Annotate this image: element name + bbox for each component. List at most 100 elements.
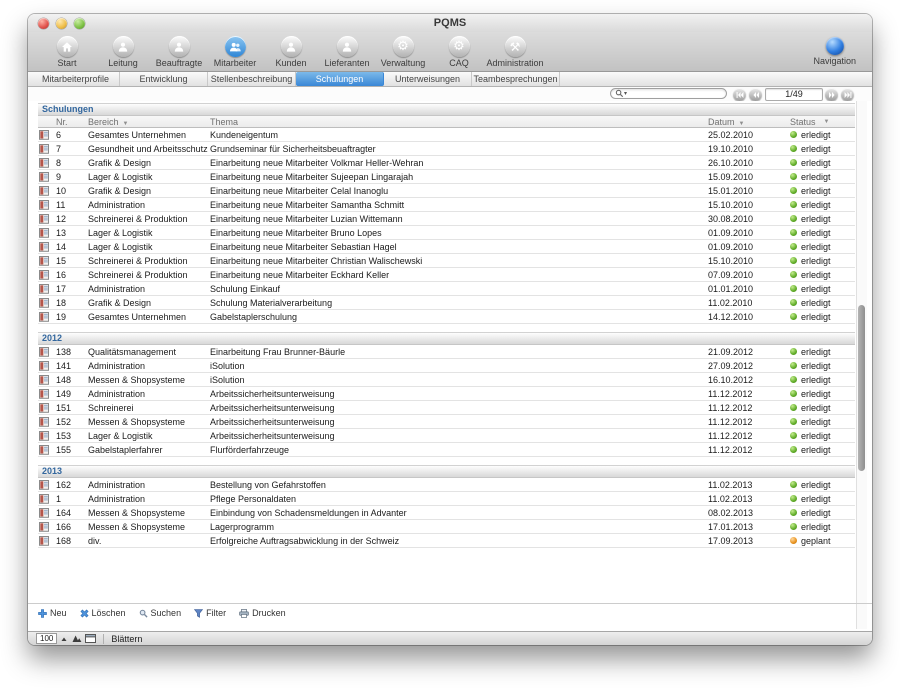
tab-stellenbeschreibung[interactable]: Stellenbeschreibung (208, 72, 296, 86)
table-row[interactable]: 11 Administration Einarbeitung neue Mitarb… (38, 198, 855, 212)
toolbar-item-navigation[interactable]: Navigation (813, 36, 856, 66)
tab-teambesprechungen[interactable]: Teambesprechungen (472, 72, 560, 86)
table-row[interactable]: 18 Grafik & Design Schulung Materialverarb… (38, 296, 855, 310)
table-row[interactable]: 149 Administration Arbeitssicherheitsunter… (38, 387, 855, 401)
table-row[interactable]: 162 Administration Bestellung von Gefahrst… (38, 478, 855, 492)
column-header-status[interactable]: Status ▼ (778, 117, 855, 127)
record-jump-button[interactable] (38, 129, 52, 140)
record-jump-button[interactable] (38, 388, 52, 399)
column-header-thema[interactable]: Thema (210, 117, 700, 127)
table-row[interactable]: 155 Gabelstaplerfahrer Flurförderfahrzeuge… (38, 443, 855, 457)
record-jump-button[interactable] (38, 185, 52, 196)
footer-button-filter[interactable]: Filter (194, 608, 226, 618)
toolbar-item-verwaltung[interactable]: ⚙ Verwaltung (375, 32, 431, 68)
record-jump-button[interactable] (38, 493, 52, 504)
table-row[interactable]: 16 Schreinerei & Produktion Einarbeitung n… (38, 268, 855, 282)
record-jump-button[interactable] (38, 360, 52, 371)
record-jump-button[interactable] (38, 227, 52, 238)
record-jump-button[interactable] (38, 311, 52, 322)
toolbar-item-beauftragte[interactable]: Beauftragte (151, 32, 207, 68)
first-record-button[interactable] (733, 88, 746, 101)
record-jump-button[interactable] (38, 444, 52, 455)
record-jump-button[interactable] (38, 255, 52, 266)
zoom-level-field[interactable]: 100 (36, 633, 58, 644)
table-row[interactable]: 9 Lager & Logistik Einarbeitung neue Mitar… (38, 170, 855, 184)
record-jump-button[interactable] (38, 479, 52, 490)
toolbar-item-mitarbeiter[interactable]: Mitarbeiter (207, 32, 263, 68)
table-row[interactable]: 15 Schreinerei & Produktion Einarbeitung n… (38, 254, 855, 268)
status-toolbar-toggle-icon[interactable] (85, 634, 97, 643)
tab-entwicklung[interactable]: Entwicklung (120, 72, 208, 86)
footer-button-neu[interactable]: Neu (38, 608, 67, 618)
footer-button-suchen[interactable]: Suchen (139, 608, 181, 618)
record-jump-button[interactable] (38, 269, 52, 280)
record-jump-button[interactable] (38, 241, 52, 252)
tab-schulungen[interactable]: Schulungen (296, 72, 384, 86)
zoom-out-icon[interactable] (61, 635, 69, 642)
search-field[interactable]: ▾ (610, 88, 744, 99)
table-row[interactable]: 164 Messen & Shopsysteme Einbindung von Sc… (38, 506, 855, 520)
table-row[interactable]: 13 Lager & Logistik Einarbeitung neue Mita… (38, 226, 855, 240)
record-jump-button[interactable] (38, 507, 52, 518)
record-jump-button[interactable] (38, 416, 52, 427)
table-row[interactable]: 17 Administration Schulung Einkauf 01.01.20… (38, 282, 855, 296)
record-jump-button[interactable] (38, 374, 52, 385)
record-counter[interactable]: 1/49 (765, 88, 823, 101)
footer-button-drucken[interactable]: Drucken (239, 608, 286, 618)
table-row[interactable]: 7 Gesundheit und Arbeitsschutz Grundsemina… (38, 142, 855, 156)
table-row[interactable]: 166 Messen & Shopsysteme Lagerprogramm 17.0… (38, 520, 855, 534)
table-row[interactable]: 153 Lager & Logistik Arbeitssicherheitsunt… (38, 429, 855, 443)
record-jump-button[interactable] (38, 346, 52, 357)
record-jump-button[interactable] (38, 213, 52, 224)
status-label: erledigt (801, 227, 831, 238)
table-row[interactable]: 168 div. Erfolgreiche Auftragsabwicklung i… (38, 534, 855, 548)
record-jump-button[interactable] (38, 521, 52, 532)
cell-datum: 11.12.2012 (708, 416, 753, 427)
record-jump-button[interactable] (38, 157, 52, 168)
table-row[interactable]: 19 Gesamtes Unternehmen Gabelstaplerschulu… (38, 310, 855, 324)
table-row[interactable]: 141 Administration iSolution 27.09.2012 erle… (38, 359, 855, 373)
record-jump-button[interactable] (38, 143, 52, 154)
next-record-button[interactable] (825, 88, 838, 101)
table-row[interactable]: 1 Administration Pflege Personaldaten 11.02… (38, 492, 855, 506)
vertical-scrollbar[interactable] (856, 101, 867, 629)
scrollbar-thumb[interactable] (858, 305, 865, 471)
toolbar-item-start[interactable]: Start (39, 32, 95, 68)
toolbar-item-caq[interactable]: ⚙ CAQ (431, 32, 487, 68)
last-record-button[interactable] (841, 88, 854, 101)
toolbar-item-administration[interactable]: ⚒ Administration (486, 32, 544, 68)
mode-indicator[interactable]: Blättern (111, 634, 142, 644)
column-header-bereich[interactable]: Bereich ▼ (88, 117, 210, 127)
table-row[interactable]: 6 Gesamtes Unternehmen Kundeneigentum 25.02… (38, 128, 855, 142)
table-row[interactable]: 8 Grafik & Design Einarbeitung neue Mitarb… (38, 156, 855, 170)
cell-thema: Arbeitssicherheitsunterweisung (210, 430, 335, 441)
table-row[interactable]: 138 Qualitätsmanagement Einarbeitung Frau … (38, 345, 855, 359)
table-row[interactable]: 148 Messen & Shopsysteme iSolution 16.10.20… (38, 373, 855, 387)
zoom-in-icon[interactable] (72, 634, 82, 643)
record-jump-button[interactable] (38, 283, 52, 294)
footer-button-l-schen[interactable]: Löschen (79, 608, 126, 618)
table-row[interactable]: 14 Lager & Logistik Einarbeitung neue Mita… (38, 240, 855, 254)
toolbar-item-label: Verwaltung (380, 58, 426, 68)
record-jump-button[interactable] (38, 402, 52, 413)
table-row[interactable]: 152 Messen & Shopsysteme Arbeitssicherheit… (38, 415, 855, 429)
record-jump-button[interactable] (38, 297, 52, 308)
search-input[interactable] (627, 89, 744, 98)
previous-record-button[interactable] (749, 88, 762, 101)
tab-mitarbeiterprofile[interactable]: Mitarbeiterprofile (32, 72, 120, 86)
table-row[interactable]: 151 Schreinerei Arbeitssicherheitsunterwei… (38, 401, 855, 415)
record-jump-button[interactable] (38, 199, 52, 210)
cell-datum: 01.09.2010 (708, 227, 754, 238)
toolbar-item-kunden[interactable]: Kunden (263, 32, 319, 68)
column-header-nr[interactable]: Nr. (52, 117, 88, 127)
table-row[interactable]: 12 Schreinerei & Produktion Einarbeitung n… (38, 212, 855, 226)
toolbar-item-lieferanten[interactable]: Lieferanten (319, 32, 375, 68)
status-label: erledigt (801, 479, 831, 490)
toolbar-item-leitung[interactable]: Leitung (95, 32, 151, 68)
column-header-datum[interactable]: Datum ▼ (700, 117, 778, 127)
tab-unterweisungen[interactable]: Unterweisungen (384, 72, 472, 86)
record-jump-button[interactable] (38, 171, 52, 182)
table-row[interactable]: 10 Grafik & Design Einarbeitung neue Mitar… (38, 184, 855, 198)
record-jump-button[interactable] (38, 535, 52, 546)
record-jump-button[interactable] (38, 430, 52, 441)
